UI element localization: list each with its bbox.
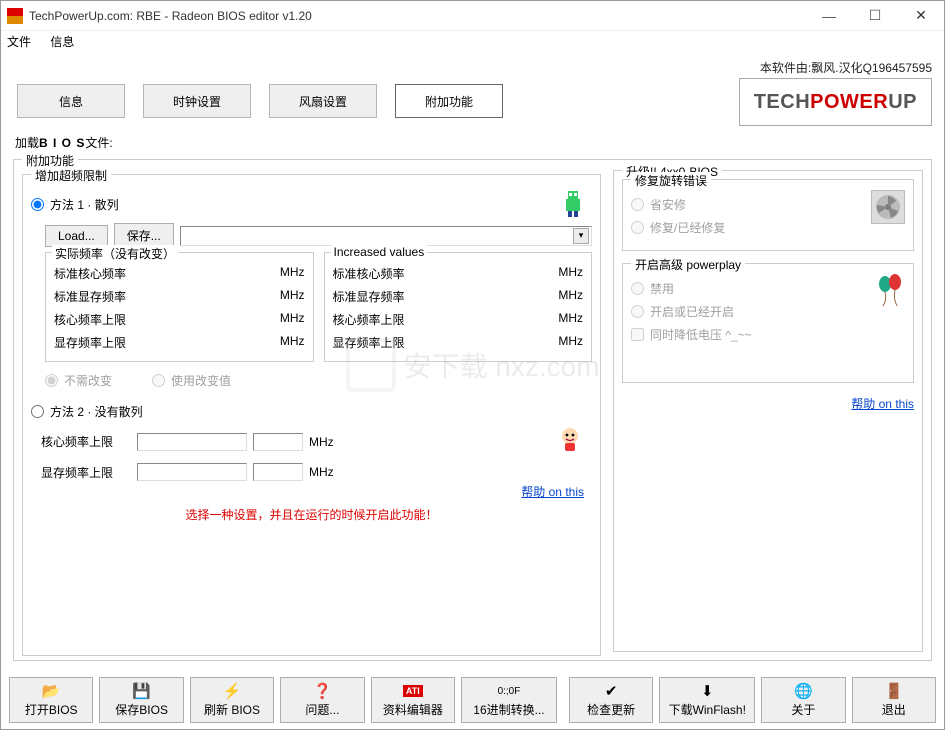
balloon-icon	[875, 274, 905, 349]
menubar: 文件 信息	[1, 31, 944, 53]
window-title: TechPowerUp.com: RBE - Radeon BIOS edito…	[29, 9, 806, 23]
chk-lower-voltage	[631, 328, 644, 341]
method1-label: 方法 1 · 散列	[50, 196, 119, 213]
titlebar: TechPowerUp.com: RBE - Radeon BIOS edito…	[1, 1, 944, 31]
group-extra: 附加功能 增加超频限制 方法 1 · 散列 Load..	[13, 159, 932, 661]
update-icon: ✔	[605, 682, 618, 700]
close-button[interactable]: ✕	[898, 1, 944, 31]
increased-freq-group: Increased values 标准核心频率MHz 标准显存频率MHz 核心频…	[324, 252, 593, 362]
download-icon: ⬇	[701, 682, 714, 700]
app-icon	[7, 8, 23, 24]
method2-label: 方法 2 · 没有散列	[50, 403, 143, 420]
help-link-right[interactable]: 帮助 on this	[851, 397, 914, 411]
logo-power: POWER	[810, 91, 888, 113]
ati-icon: ATI	[403, 682, 423, 700]
sprite-icon	[560, 189, 586, 219]
flash-bios-button[interactable]: ⚡刷新 BIOS	[190, 677, 274, 723]
fan-icon	[871, 190, 905, 224]
menu-file[interactable]: 文件	[7, 35, 31, 49]
folder-open-icon: 📂	[42, 682, 61, 700]
open-bios-button[interactable]: 📂打开BIOS	[9, 677, 93, 723]
m2-mem-input[interactable]	[137, 463, 247, 481]
question-icon: ❓	[313, 682, 332, 700]
radio-use-changed	[152, 374, 165, 387]
radio-pp-enable	[631, 305, 644, 318]
data-editor-button[interactable]: ATI资料编辑器	[371, 677, 455, 723]
exit-button[interactable]: 🚪退出	[852, 677, 936, 723]
m2-mem-input2[interactable]	[253, 463, 303, 481]
radio-no-change	[45, 374, 58, 387]
bottom-toolbar: 📂打开BIOS 💾保存BIOS ⚡刷新 BIOS ❓问题... ATI资料编辑器…	[1, 671, 944, 729]
check-update-button[interactable]: ✔检查更新	[569, 677, 653, 723]
help-link-left[interactable]: 帮助 on this	[521, 485, 584, 499]
radio-method2[interactable]	[31, 405, 44, 418]
logo-tech: TECH	[754, 91, 810, 113]
maximize-button[interactable]: ☐	[852, 1, 898, 31]
tab-buttons: 信息 时钟设置 风扇设置 附加功能	[13, 78, 507, 128]
save-icon: 💾	[132, 682, 151, 700]
save-bios-button[interactable]: 💾保存BIOS	[99, 677, 183, 723]
radio-spin2	[631, 221, 644, 234]
group-overclock: 增加超频限制 方法 1 · 散列 Load... 保存... ▾	[22, 174, 601, 656]
radio-pp-disable	[631, 282, 644, 295]
load-button[interactable]: Load...	[45, 225, 108, 247]
minimize-button[interactable]: —	[806, 1, 852, 31]
group-spinfix: 修复旋转错误 省安修 修复/已经修复	[622, 179, 914, 251]
chevron-down-icon: ▾	[573, 228, 589, 244]
menu-info[interactable]: 信息	[50, 35, 74, 49]
download-winflash-button[interactable]: ⬇下载WinFlash!	[659, 677, 755, 723]
tab-extra[interactable]: 附加功能	[395, 84, 503, 118]
bios-file-label: 加载B I O S文件:	[15, 134, 930, 151]
tab-clock[interactable]: 时钟设置	[143, 84, 251, 118]
hex-convert-button[interactable]: 0:;0F16进制转换...	[461, 677, 557, 723]
logo-up: UP	[888, 91, 917, 113]
credit-text: 本软件由:飘风.汉化Q196457595	[13, 59, 932, 76]
radio-method1[interactable]	[31, 198, 44, 211]
issue-button[interactable]: ❓问题...	[280, 677, 364, 723]
about-button[interactable]: 🌐关于	[761, 677, 845, 723]
baby-icon	[556, 426, 584, 457]
globe-icon: 🌐	[794, 682, 813, 700]
group-upgrade: 升级!! 4xx0-BIOS 修复旋转错误 省安修 修复/已经修复	[613, 170, 923, 652]
m2-core-input[interactable]	[137, 433, 247, 451]
group-powerplay: 开启高级 powerplay 禁用 开启或已经开启 同时降低电压 ^_~~	[622, 263, 914, 383]
radio-spin1	[631, 198, 644, 211]
tab-info[interactable]: 信息	[17, 84, 125, 118]
tab-fan[interactable]: 风扇设置	[269, 84, 377, 118]
flash-icon: ⚡	[223, 682, 242, 700]
actual-freq-group: 实际频率（没有改变） 标准核心频率MHz 标准显存频率MHz 核心频率上限MHz…	[45, 252, 314, 362]
hex-icon: 0:;0F	[498, 682, 521, 700]
hash-combo[interactable]: ▾	[180, 226, 592, 246]
logo: TECHPOWERUP	[739, 78, 932, 126]
m2-core-input2[interactable]	[253, 433, 303, 451]
exit-icon: 🚪	[884, 682, 903, 700]
warning-note: 选择一种设置，并且在运行的时候开启此功能！	[31, 506, 592, 523]
